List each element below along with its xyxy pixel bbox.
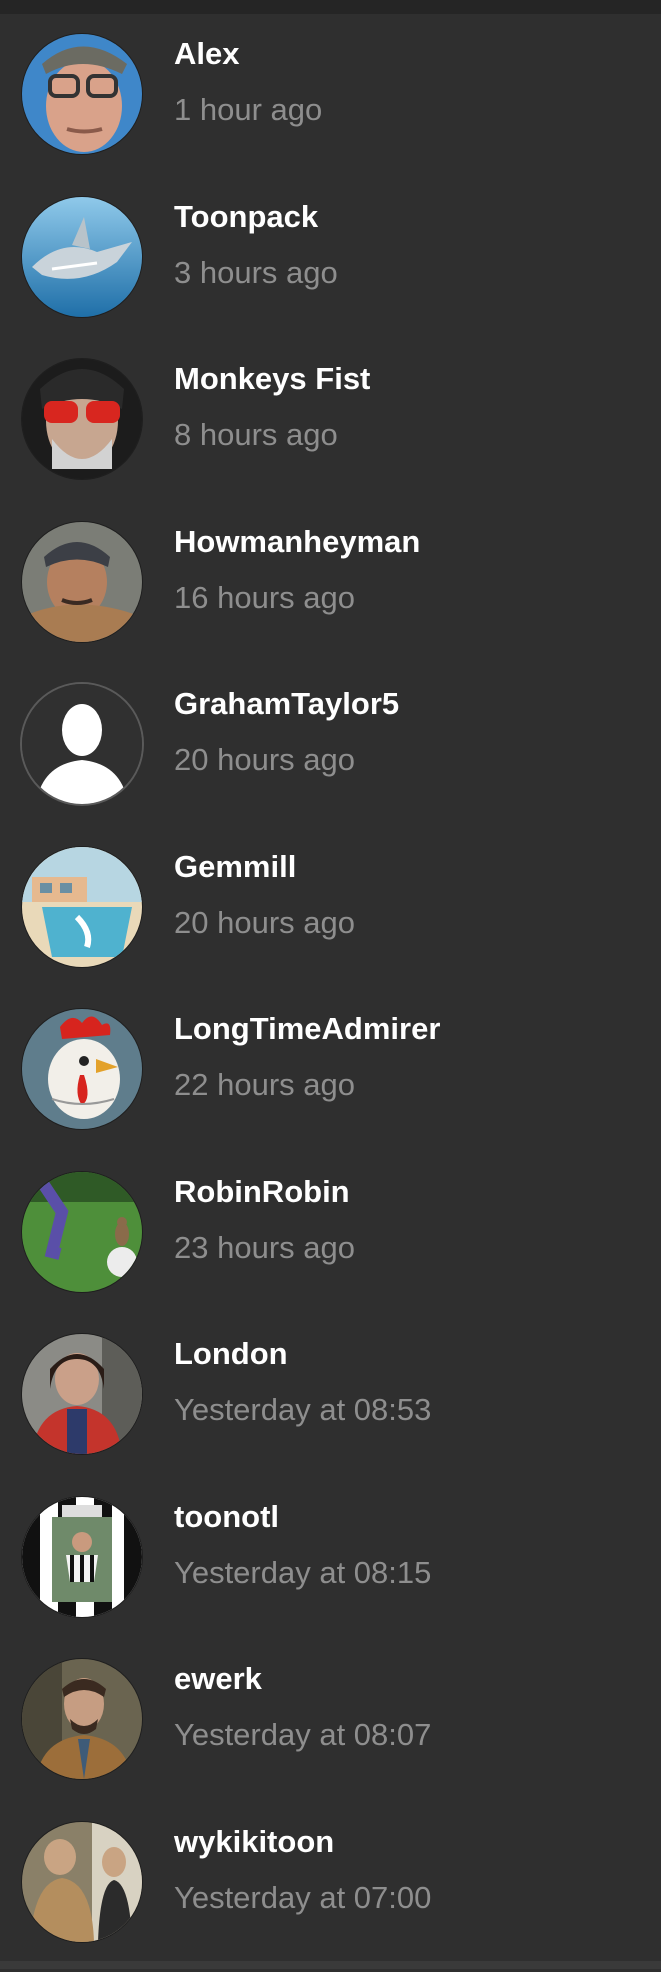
user-name[interactable]: Monkeys Fist: [174, 361, 370, 397]
last-seen-time: Yesterday at 08:53: [174, 1392, 431, 1428]
last-seen-time: 16 hours ago: [174, 580, 355, 616]
list-item-howmanheyman[interactable]: Howmanheyman 16 hours ago: [0, 510, 661, 673]
user-name[interactable]: LongTimeAdmirer: [174, 1011, 440, 1047]
avatar[interactable]: [22, 359, 142, 479]
avatar-image: [22, 1009, 142, 1129]
avatar[interactable]: [22, 1659, 142, 1779]
last-seen-time: Yesterday at 08:15: [174, 1555, 431, 1591]
last-seen-time: Yesterday at 08:07: [174, 1717, 431, 1753]
user-list: Alex 1 hour ago Toonpack 3 hours ago: [0, 22, 661, 1972]
avatar[interactable]: [22, 1009, 142, 1129]
user-name[interactable]: Howmanheyman: [174, 524, 420, 560]
list-item-toonpack[interactable]: Toonpack 3 hours ago: [0, 185, 661, 348]
avatar-image: [22, 359, 142, 479]
user-name[interactable]: toonotl: [174, 1499, 279, 1535]
avatar[interactable]: [22, 522, 142, 642]
list-item-monkeys-fist[interactable]: Monkeys Fist 8 hours ago: [0, 347, 661, 510]
last-seen-time: 23 hours ago: [174, 1230, 355, 1266]
last-seen-time: 8 hours ago: [174, 417, 338, 453]
list-item-alex[interactable]: Alex 1 hour ago: [0, 22, 661, 185]
avatar-image: [22, 1659, 142, 1779]
list-item-gemmill[interactable]: Gemmill 20 hours ago: [0, 835, 661, 998]
avatar-image: [22, 34, 142, 154]
user-name[interactable]: Alex: [174, 36, 239, 72]
avatar[interactable]: [22, 1172, 142, 1292]
list-item-toonotl[interactable]: toonotl Yesterday at 08:15: [0, 1485, 661, 1648]
avatar[interactable]: [22, 684, 142, 804]
last-seen-time: 22 hours ago: [174, 1067, 355, 1103]
last-seen-time: 20 hours ago: [174, 742, 355, 778]
user-name[interactable]: Toonpack: [174, 199, 318, 235]
list-item-london[interactable]: London Yesterday at 08:53: [0, 1322, 661, 1485]
avatar[interactable]: [22, 1497, 142, 1617]
user-name[interactable]: London: [174, 1336, 288, 1372]
user-name[interactable]: GrahamTaylor5: [174, 686, 399, 722]
avatar[interactable]: [22, 34, 142, 154]
user-name[interactable]: RobinRobin: [174, 1174, 350, 1210]
list-item-grahamtaylor5[interactable]: GrahamTaylor5 20 hours ago: [0, 672, 661, 835]
last-seen-time: 20 hours ago: [174, 905, 355, 941]
top-edge-bar: [0, 0, 661, 14]
avatar[interactable]: [22, 1334, 142, 1454]
avatar-image: [22, 847, 142, 967]
user-name[interactable]: wykikitoon: [174, 1824, 334, 1860]
avatar-image: [22, 1822, 142, 1942]
bottom-edge-bar: [0, 1961, 661, 1969]
last-seen-time: 3 hours ago: [174, 255, 338, 291]
list-item-wykikitoon[interactable]: wykikitoon Yesterday at 07:00: [0, 1810, 661, 1972]
avatar-image: [22, 197, 142, 317]
avatar[interactable]: [22, 197, 142, 317]
avatar[interactable]: [22, 1822, 142, 1942]
last-seen-time: Yesterday at 07:00: [174, 1880, 431, 1916]
avatar-image: [22, 1334, 142, 1454]
user-name[interactable]: Gemmill: [174, 849, 296, 885]
avatar-image: [22, 1172, 142, 1292]
list-item-longtimeadmirer[interactable]: LongTimeAdmirer 22 hours ago: [0, 997, 661, 1160]
avatar-image: [22, 1497, 142, 1617]
last-seen-time: 1 hour ago: [174, 92, 322, 128]
avatar-image: [22, 522, 142, 642]
list-item-ewerk[interactable]: ewerk Yesterday at 08:07: [0, 1647, 661, 1810]
avatar[interactable]: [22, 847, 142, 967]
user-name[interactable]: ewerk: [174, 1661, 262, 1697]
list-item-robinrobin[interactable]: RobinRobin 23 hours ago: [0, 1160, 661, 1323]
default-user-icon: [22, 684, 142, 804]
